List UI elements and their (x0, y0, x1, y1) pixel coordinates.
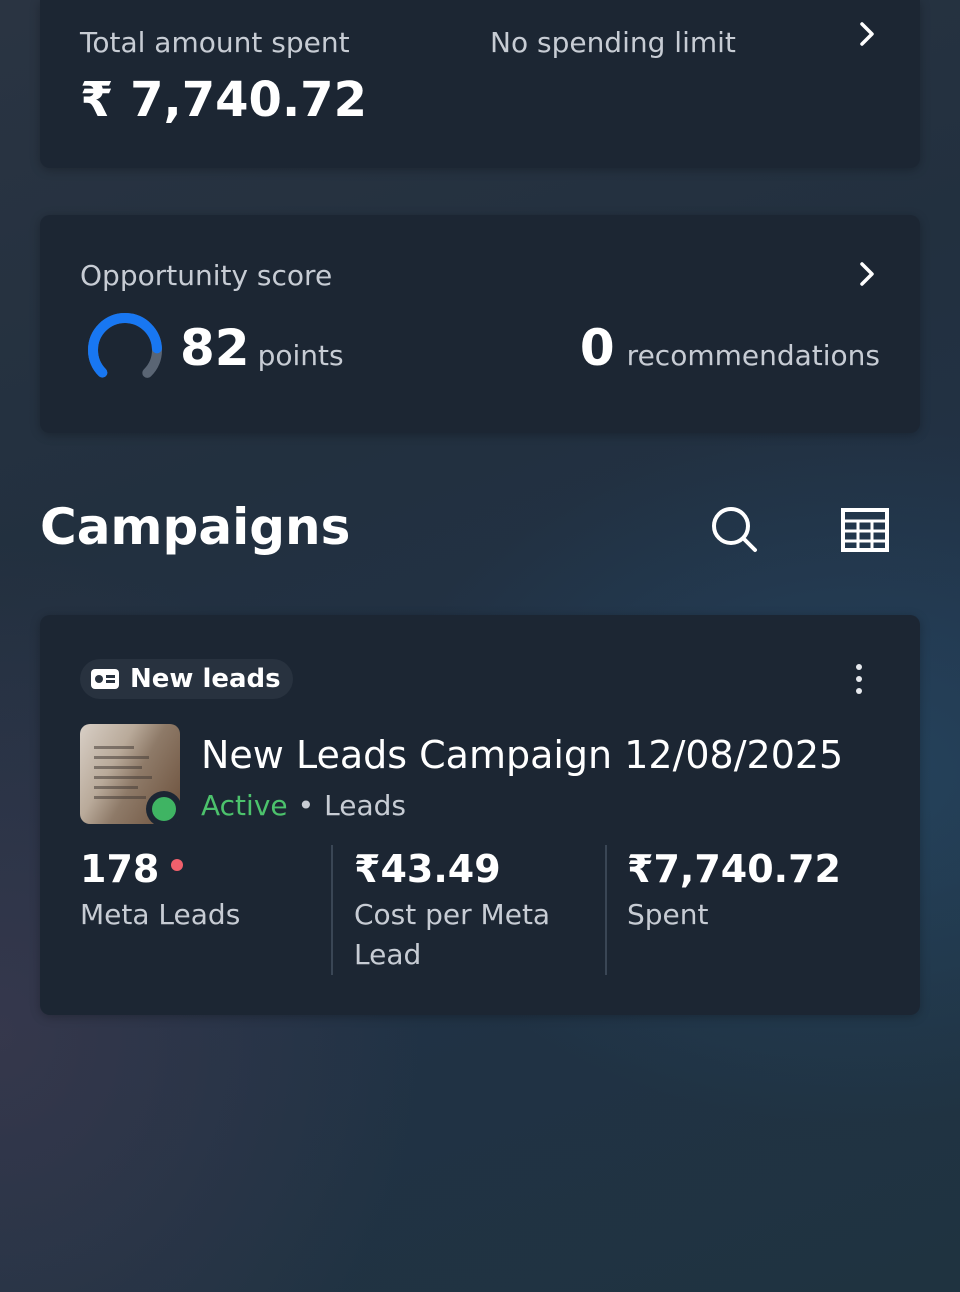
metric-leads: 178 Meta Leads (80, 847, 320, 935)
more-vertical-icon[interactable] (844, 659, 874, 699)
total-spent-amount: ₹ 7,740.72 (80, 72, 367, 128)
gauge-icon (88, 313, 162, 387)
spending-limit-label: No spending limit (490, 26, 736, 59)
metric-divider (605, 845, 607, 975)
chevron-right-icon[interactable] (847, 254, 887, 294)
lead-form-icon (91, 669, 119, 689)
score-unit: points (257, 339, 344, 372)
metric-divider (331, 845, 333, 975)
campaign-status-line: Active • Leads (201, 789, 406, 822)
opportunity-score-label: Opportunity score (80, 259, 333, 292)
metric-label: Cost per Meta Lead (354, 898, 551, 971)
campaign-status: Active (201, 789, 288, 822)
metric-cost-per-lead: ₹43.49 Cost per Meta Lead (354, 847, 594, 975)
objective-badge: New leads (80, 659, 293, 699)
campaign-card[interactable]: New leads New Leads Campaign 12/08/2025 … (40, 615, 920, 1015)
campaigns-title: Campaigns (40, 498, 351, 556)
table-icon[interactable] (837, 502, 893, 558)
chevron-right-icon[interactable] (847, 14, 887, 54)
separator: • (297, 789, 315, 822)
score-number: 82 (180, 319, 250, 377)
opportunity-score-card[interactable]: Opportunity score 82 points 0 recommendati… (40, 215, 920, 433)
metric-value: ₹7,740.72 (627, 847, 841, 891)
new-results-dot (171, 859, 184, 871)
metric-label: Spent (627, 898, 709, 931)
metric-label: Meta Leads (80, 898, 241, 931)
recommendations-unit: recommendations (626, 339, 880, 372)
recommendations-number: 0 (579, 319, 615, 377)
metric-spent: ₹7,740.72 Spent (627, 847, 877, 935)
total-spent-label: Total amount spent (80, 26, 350, 59)
objective-badge-label: New leads (130, 664, 281, 694)
recommendations-count[interactable]: 0 recommendations (580, 319, 880, 377)
campaign-name[interactable]: New Leads Campaign 12/08/2025 (201, 733, 843, 777)
metric-value: 178 (80, 847, 160, 891)
search-icon[interactable] (707, 502, 763, 558)
score-value: 82 points (180, 319, 344, 377)
spend-summary-card[interactable]: Total amount spent ₹ 7,740.72 No spendin… (40, 0, 920, 168)
campaign-result-type: Leads (324, 789, 406, 822)
active-status-dot (146, 791, 182, 827)
metric-value: ₹43.49 (354, 847, 501, 891)
